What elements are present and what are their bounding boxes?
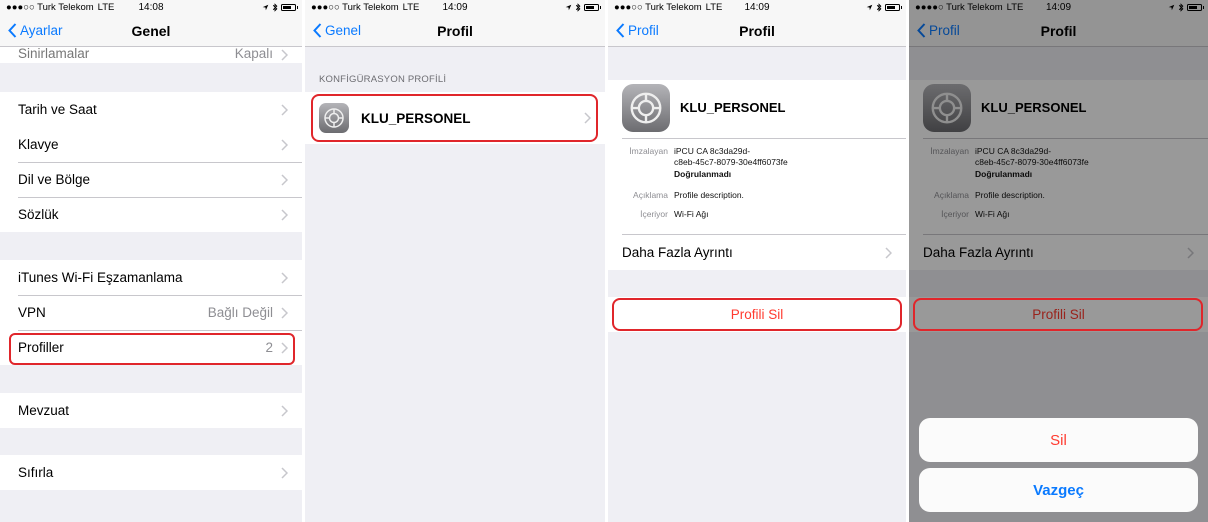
delete-profile-button[interactable]: Profili Sil xyxy=(608,297,906,332)
bluetooth-icon xyxy=(272,2,278,12)
row-label: Profiller xyxy=(18,340,64,355)
status-icons xyxy=(565,2,601,12)
settings-row-itunes-wifi-sync[interactable]: iTunes Wi-Fi Eşzamanlama xyxy=(0,260,302,295)
row-label: VPN xyxy=(18,305,46,320)
location-arrow-icon xyxy=(565,4,572,10)
divider xyxy=(18,162,302,163)
description-key: Açıklama xyxy=(633,190,668,200)
clock: 14:09 xyxy=(442,1,468,13)
network-label: LTE xyxy=(705,1,723,13)
network-label: LTE xyxy=(97,1,115,13)
screen-profile-detail: ●●●○○ Turk Telekom LTE 14:09 Profil Prof… xyxy=(608,0,906,522)
settings-row-language-region[interactable]: Dil ve Bölge xyxy=(0,162,302,197)
row-label: Sıfırla xyxy=(18,465,54,480)
row-label: iTunes Wi-Fi Eşzamanlama xyxy=(18,270,183,285)
unverified-label: Doğrulanmadı xyxy=(674,169,732,179)
chevron-right-icon xyxy=(281,138,288,151)
row-detail: Bağlı Değil xyxy=(207,305,273,320)
row-label: Klavye xyxy=(18,137,59,152)
page-title: Genel xyxy=(131,23,171,39)
carrier-label: ●●●○○ Turk Telekom xyxy=(6,1,94,13)
settings-row-profiles[interactable]: Profiller 2 xyxy=(0,330,302,365)
signed-by-line1: iPCU CA 8c3da29d- xyxy=(674,146,751,156)
description-value: Profile description. xyxy=(674,190,744,200)
row-detail: Kapalı xyxy=(234,46,273,61)
status-bar: ●●●○○ Turk Telekom LTE 14:09 xyxy=(305,0,605,14)
chevron-right-icon xyxy=(281,103,288,116)
status-bar: ●●●○○ Turk Telekom LTE 14:09 xyxy=(608,0,906,14)
profile-name: KLU_PERSONEL xyxy=(361,110,471,126)
settings-gear-icon xyxy=(622,84,670,132)
screen-general: ●●●○○ Turk Telekom LTE 14:08 Ayarlar Gen… xyxy=(0,0,302,522)
delete-profile-label: Profili Sil xyxy=(730,307,784,322)
row-label: Tarih ve Saat xyxy=(18,102,97,117)
screens-strip: ●●●○○ Turk Telekom LTE 14:08 Ayarlar Gen… xyxy=(0,0,1208,522)
chevron-right-icon xyxy=(281,341,288,354)
contains-key: İçeriyor xyxy=(640,209,668,219)
profile-name: KLU_PERSONEL xyxy=(680,100,786,115)
nav-bar: Genel Profil xyxy=(305,14,605,47)
profile-card: KLU_PERSONEL İmzalayan iPCU CA 8c3da29d-… xyxy=(608,80,906,270)
network-label: LTE xyxy=(402,1,420,13)
battery-icon xyxy=(281,3,298,11)
settings-row-keyboard[interactable]: Klavye xyxy=(0,127,302,162)
settings-row-date-time[interactable]: Tarih ve Saat xyxy=(0,92,302,127)
chevron-right-icon xyxy=(885,246,892,259)
screen-profiles: ●●●○○ Turk Telekom LTE 14:09 Genel Profi… xyxy=(305,0,605,522)
status-icons xyxy=(262,2,298,12)
row-label: Sinirlamalar xyxy=(18,46,90,61)
nav-bar: Profil Profil xyxy=(608,14,906,47)
signed-by-key: İmzalayan xyxy=(629,146,668,156)
battery-icon xyxy=(584,3,601,11)
bluetooth-icon xyxy=(575,2,581,12)
chevron-right-icon xyxy=(281,466,288,479)
status-icons xyxy=(866,2,902,12)
settings-row-vpn[interactable]: VPN Bağlı Değil xyxy=(0,295,302,330)
chevron-right-icon xyxy=(281,173,288,186)
cancel-label: Vazgeç xyxy=(1033,481,1084,499)
chevron-right-icon xyxy=(281,306,288,319)
location-arrow-icon xyxy=(866,4,873,10)
divider xyxy=(622,138,906,139)
page-title: Profil xyxy=(437,23,473,39)
screen-delete-confirm: ●●●●○ Turk Telekom LTE 14:09 Profil Prof… xyxy=(909,0,1208,522)
row-label: Sözlük xyxy=(18,207,59,222)
nav-bar-overlay: Ayarlar Genel xyxy=(0,14,302,47)
chevron-right-icon xyxy=(584,112,591,124)
clock: 14:08 xyxy=(138,1,164,13)
location-arrow-icon xyxy=(262,4,269,10)
chevron-right-icon xyxy=(281,208,288,221)
chevron-right-icon xyxy=(281,404,288,417)
profile-row[interactable]: KLU_PERSONEL xyxy=(305,92,605,144)
row-label: Dil ve Bölge xyxy=(18,172,91,187)
bluetooth-icon xyxy=(876,2,882,12)
settings-row-reset[interactable]: Sıfırla xyxy=(0,455,302,490)
contains-value: Wi-Fi Ağı xyxy=(674,209,709,219)
divider xyxy=(18,197,302,198)
confirm-delete-button[interactable]: Sil xyxy=(919,418,1198,462)
cancel-button[interactable]: Vazgeç xyxy=(919,468,1198,512)
page-title: Profil xyxy=(739,23,775,39)
signed-by-line2: c8eb-45c7-8079-30e4ff6073fe xyxy=(674,157,788,167)
settings-row-regulatory[interactable]: Mevzuat xyxy=(0,393,302,428)
carrier-label: ●●●○○ Turk Telekom xyxy=(311,1,399,13)
divider xyxy=(18,295,302,296)
profile-meta: İmzalayan iPCU CA 8c3da29d- c8eb-45c7-80… xyxy=(608,146,906,246)
settings-row-dictionary[interactable]: Sözlük xyxy=(0,197,302,232)
divider xyxy=(18,330,302,331)
confirm-delete-label: Sil xyxy=(1050,431,1067,449)
chevron-right-icon xyxy=(281,271,288,284)
carrier-label: ●●●○○ Turk Telekom xyxy=(614,1,702,13)
clock: 14:09 xyxy=(744,1,770,13)
battery-icon xyxy=(885,3,902,11)
more-details-label: Daha Fazla Ayrıntı xyxy=(622,245,733,260)
row-label: Mevzuat xyxy=(18,403,70,418)
more-details-row[interactable]: Daha Fazla Ayrıntı xyxy=(608,235,906,270)
settings-gear-icon xyxy=(319,103,349,133)
status-bar: ●●●○○ Turk Telekom LTE 14:08 xyxy=(0,0,302,14)
row-detail: 2 xyxy=(265,340,273,355)
section-header: KONFİGÜRASYON PROFİLİ xyxy=(319,74,447,85)
chevron-right-icon xyxy=(281,49,288,61)
